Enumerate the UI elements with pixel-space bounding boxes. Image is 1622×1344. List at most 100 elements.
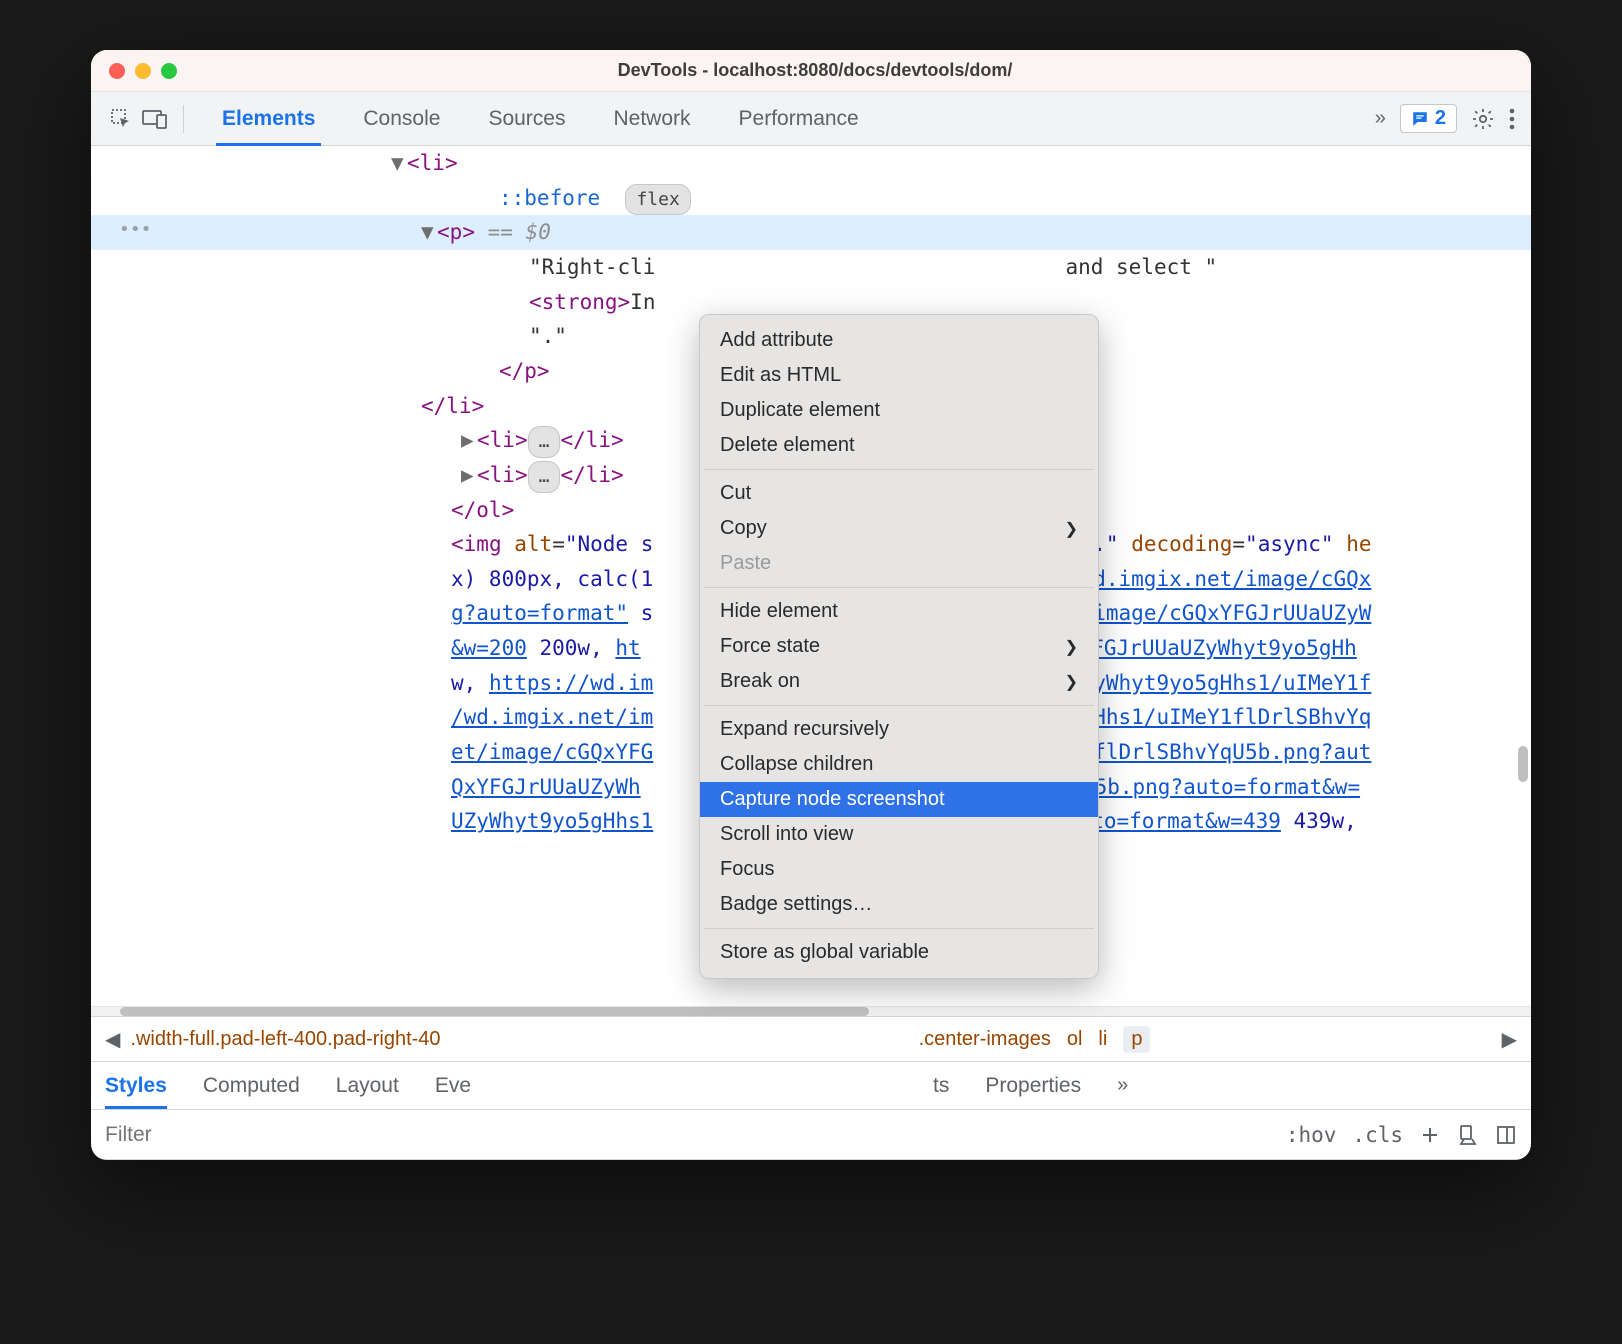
collapsed-badge[interactable]: … — [528, 461, 561, 493]
close-li: </li> — [421, 394, 484, 418]
submenu-arrow-icon: ❯ — [1065, 637, 1078, 657]
menu-item-label: Force state — [720, 635, 820, 658]
horizontal-scrollbar[interactable] — [91, 1006, 1531, 1016]
context-menu: Add attribute Edit as HTML Duplicate eleme… — [699, 314, 1099, 979]
menu-item[interactable]: Expand recursively — [700, 712, 1098, 747]
submenu-arrow-icon: ❯ — [1065, 519, 1078, 539]
device-toggle-icon[interactable] — [141, 105, 169, 133]
zoom-window-button[interactable] — [161, 63, 177, 79]
tab-styles[interactable]: Styles — [105, 1074, 167, 1098]
menu-item-label: Focus — [720, 858, 774, 881]
issues-count-value: 2 — [1435, 107, 1446, 130]
menu-item-label: Badge settings… — [720, 893, 872, 916]
window-title: DevTools - localhost:8080/docs/devtools/… — [177, 60, 1453, 81]
vertical-scrollbar[interactable] — [1518, 746, 1528, 782]
selected-node[interactable]: •••▼<p> == $0 — [91, 215, 1531, 250]
expand-icon[interactable]: ▶ — [461, 423, 477, 458]
close-p: </p> — [499, 359, 550, 383]
expand-icon[interactable]: ▼ — [421, 215, 437, 250]
menu-item[interactable]: Store as global variable — [700, 935, 1098, 970]
text-frag: and select " — [1065, 255, 1217, 279]
inspect-icon[interactable] — [107, 105, 135, 133]
menu-item-label: Capture node screenshot — [720, 788, 945, 811]
hov-toggle[interactable]: :hov — [1286, 1123, 1337, 1147]
tab-elements[interactable]: Elements — [198, 93, 339, 145]
traffic-lights — [109, 63, 177, 79]
gutter-actions-icon[interactable]: ••• — [119, 215, 152, 245]
submenu-arrow-icon: ❯ — [1065, 672, 1078, 692]
breadcrumb-item[interactable]: li — [1098, 1028, 1107, 1051]
menu-item[interactable]: Focus — [700, 852, 1098, 887]
styles-filter-bar: :hov .cls — [91, 1110, 1531, 1160]
tab-trunc[interactable]: ts — [933, 1074, 949, 1098]
menu-separator — [704, 705, 1094, 706]
tab-network[interactable]: Network — [589, 93, 714, 145]
menu-item[interactable]: Hide element — [700, 594, 1098, 629]
menu-item-label: Add attribute — [720, 329, 833, 352]
menu-item[interactable]: Cut — [700, 476, 1098, 511]
menu-item[interactable]: Force state ❯ — [700, 629, 1098, 664]
menu-item[interactable]: Edit as HTML — [700, 358, 1098, 393]
main-toolbar: Elements Console Sources Network Perform… — [91, 92, 1531, 146]
filter-input[interactable] — [105, 1123, 1270, 1147]
menu-item[interactable]: Add attribute — [700, 323, 1098, 358]
menu-item-label: Duplicate element — [720, 399, 880, 422]
breadcrumb-scroll-right-icon[interactable]: ▶ — [1502, 1027, 1517, 1052]
tab-computed[interactable]: Computed — [203, 1074, 300, 1098]
tabs-overflow-icon[interactable]: » — [1375, 107, 1386, 130]
titlebar: DevTools - localhost:8080/docs/devtools/… — [91, 50, 1531, 92]
settings-icon[interactable] — [1471, 107, 1495, 131]
tab-event-trunc[interactable]: Eve — [435, 1074, 471, 1098]
tab-performance[interactable]: Performance — [715, 93, 883, 145]
breadcrumb-item-current[interactable]: p — [1123, 1026, 1150, 1053]
menu-item-label: Delete element — [720, 434, 855, 457]
menu-separator — [704, 587, 1094, 588]
menu-item[interactable]: Capture node screenshot — [700, 782, 1098, 817]
flex-badge[interactable]: flex — [625, 184, 690, 216]
new-style-rule-icon[interactable] — [1419, 1124, 1441, 1146]
toolbar-separator — [183, 105, 184, 133]
breadcrumb-item[interactable]: ol — [1067, 1028, 1083, 1051]
menu-separator — [704, 469, 1094, 470]
menu-item[interactable]: Delete element — [700, 428, 1098, 463]
breadcrumb-item[interactable]: .center-images — [919, 1028, 1051, 1051]
toolbar-right: » 2 — [1375, 104, 1515, 133]
menu-item[interactable]: Duplicate element — [700, 393, 1098, 428]
menu-item-label: Copy — [720, 517, 767, 540]
pseudo-before: ::before — [499, 186, 600, 210]
minimize-window-button[interactable] — [135, 63, 151, 79]
menu-item[interactable]: Break on❯ — [700, 664, 1098, 699]
collapsed-badge[interactable]: … — [528, 426, 561, 458]
panel-tabs: Elements Console Sources Network Perform… — [198, 93, 883, 145]
breadcrumb-scroll-left-icon[interactable]: ◀ — [105, 1027, 120, 1052]
expand-icon[interactable]: ▶ — [461, 458, 477, 493]
cls-toggle[interactable]: .cls — [1352, 1123, 1403, 1147]
menu-item-label: Collapse children — [720, 753, 873, 776]
tab-console[interactable]: Console — [339, 93, 464, 145]
console-ref: == $0 — [488, 220, 551, 244]
expand-icon[interactable]: ▼ — [391, 146, 407, 181]
breadcrumb-item[interactable]: .width-full.pad-left-400.pad-right-40 — [130, 1028, 440, 1051]
close-ol: </ol> — [451, 498, 514, 522]
menu-item[interactable]: Collapse children — [700, 747, 1098, 782]
tab-layout[interactable]: Layout — [336, 1074, 399, 1098]
menu-item[interactable]: Copy ❯ — [700, 511, 1098, 546]
close-window-button[interactable] — [109, 63, 125, 79]
issues-counter[interactable]: 2 — [1400, 104, 1457, 133]
menu-item-label: Cut — [720, 482, 751, 505]
text-frag: In — [630, 290, 655, 314]
menu-item-label: Scroll into view — [720, 823, 853, 846]
breadcrumb: ◀ .width-full.pad-left-400.pad-right-40 … — [91, 1016, 1531, 1062]
styles-tabbar: Styles Computed Layout Eve ts Properties… — [91, 1062, 1531, 1110]
devtools-window: DevTools - localhost:8080/docs/devtools/… — [91, 50, 1531, 1160]
menu-item[interactable]: Scroll into view — [700, 817, 1098, 852]
more-menu-icon[interactable] — [1509, 108, 1515, 130]
styles-overflow-icon[interactable]: » — [1117, 1074, 1128, 1097]
menu-item-label: Paste — [720, 552, 771, 575]
tab-sources[interactable]: Sources — [464, 93, 589, 145]
tab-properties[interactable]: Properties — [985, 1074, 1081, 1098]
menu-item[interactable]: Badge settings… — [700, 887, 1098, 922]
menu-separator — [704, 928, 1094, 929]
rendering-emulations-icon[interactable] — [1457, 1124, 1479, 1146]
computed-panel-toggle-icon[interactable] — [1495, 1124, 1517, 1146]
